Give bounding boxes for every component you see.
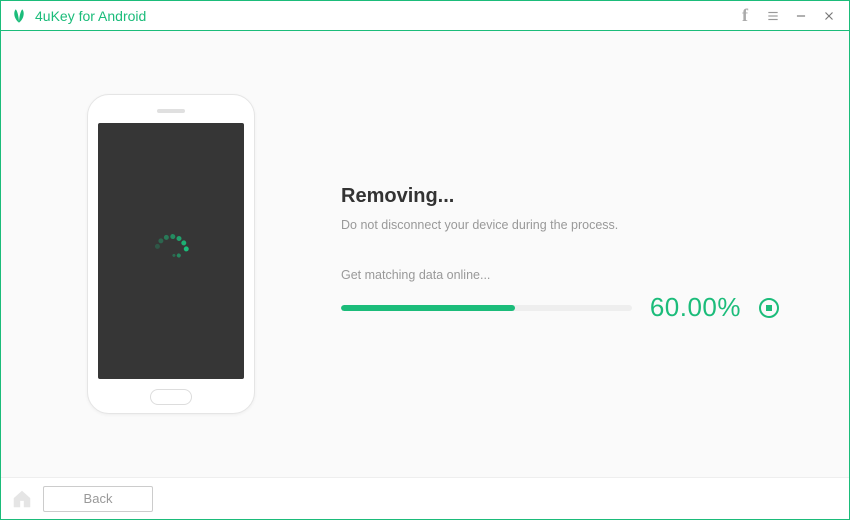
progress-row: 60.00% [341, 292, 779, 323]
minimize-button[interactable] [787, 2, 815, 30]
menu-icon [766, 9, 780, 23]
phone-home-button [150, 389, 192, 405]
phone-screen [98, 123, 244, 379]
close-button[interactable] [815, 2, 843, 30]
back-button[interactable]: Back [43, 486, 153, 512]
back-button-label: Back [84, 491, 113, 506]
facebook-button[interactable]: f [731, 2, 759, 30]
info-column: Removing... Do not disconnect your devic… [341, 185, 849, 323]
progress-percent: 60.00% [650, 292, 741, 323]
phone-speaker [157, 109, 185, 113]
title-bar: 4uKey for Android f [1, 1, 849, 31]
minimize-icon [794, 9, 808, 23]
app-logo-wrap: 4uKey for Android [11, 8, 146, 24]
progress-bar-fill [341, 305, 515, 311]
close-icon [822, 9, 836, 23]
progress-bar [341, 305, 632, 311]
progress-heading: Removing... [341, 185, 779, 208]
home-icon[interactable] [11, 488, 33, 510]
loading-spinner-icon [151, 231, 191, 271]
stop-icon [766, 305, 772, 311]
progress-subtext: Do not disconnect your device during the… [341, 218, 779, 232]
progress-status: Get matching data online... [341, 268, 779, 282]
app-title: 4uKey for Android [35, 8, 146, 24]
phone-column [1, 94, 341, 414]
facebook-icon: f [742, 5, 748, 26]
app-logo-icon [11, 8, 27, 24]
phone-mockup [87, 94, 255, 414]
menu-button[interactable] [759, 2, 787, 30]
content-area: Removing... Do not disconnect your devic… [1, 31, 849, 477]
stop-button[interactable] [759, 298, 779, 318]
bottom-bar: Back [1, 477, 849, 519]
